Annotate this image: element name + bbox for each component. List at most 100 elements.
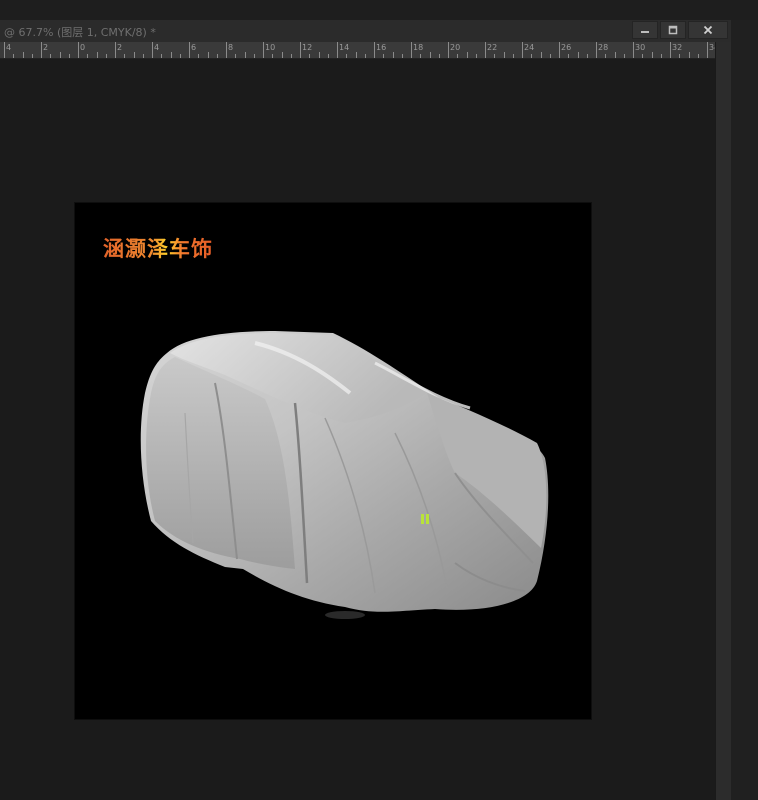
ruler-tick	[383, 54, 384, 58]
ruler-tick	[106, 54, 107, 58]
ruler-tick	[402, 54, 403, 58]
canvas-area[interactable]: 涵灏泽车饰	[0, 59, 715, 800]
ruler-label: 0	[80, 43, 86, 52]
document-tab[interactable]: @ 67.7% (图层 1, CMYK/8) *	[0, 20, 730, 43]
ruler-tick	[439, 54, 440, 58]
ruler-tick	[282, 52, 283, 58]
ruler-tick	[467, 52, 468, 58]
ruler-tick	[171, 52, 172, 58]
horizontal-ruler[interactable]: 420246810121416182022242628303234	[0, 42, 715, 59]
ruler-tick	[698, 54, 699, 58]
ruler-tick	[13, 54, 14, 58]
ruler-tick	[531, 54, 532, 58]
ruler-tick	[559, 42, 560, 58]
ruler-tick	[596, 42, 597, 58]
ruler-label: 26	[561, 43, 572, 52]
ruler-tick	[420, 54, 421, 58]
ruler-tick	[652, 52, 653, 58]
ruler-label: 16	[376, 43, 387, 52]
ruler-tick	[226, 42, 227, 58]
car-cover-image	[140, 331, 549, 619]
ruler-label: 20	[450, 43, 461, 52]
ruler-tick	[661, 54, 662, 58]
panel-edge	[730, 20, 758, 800]
document-window: @ 67.7% (图层 1, CMYK/8) * 4 2 0 2 4 6 8 1…	[0, 20, 731, 800]
vertical-scrollbar[interactable]	[715, 42, 731, 800]
window-controls	[632, 21, 728, 39]
ruler-tick	[494, 54, 495, 58]
ruler-tick	[642, 54, 643, 58]
ruler-tick	[513, 54, 514, 58]
ruler-tick	[448, 42, 449, 58]
ruler-tick	[254, 54, 255, 58]
ruler-tick	[679, 54, 680, 58]
ruler-tick	[300, 42, 301, 58]
document-title: @ 67.7% (图层 1, CMYK/8) *	[4, 26, 156, 39]
ruler-tick	[161, 54, 162, 58]
ruler-tick	[624, 54, 625, 58]
ruler-tick	[346, 54, 347, 58]
ruler-tick	[328, 54, 329, 58]
ruler-tick	[23, 52, 24, 58]
ruler-tick	[217, 54, 218, 58]
ruler-label: 24	[524, 43, 535, 52]
ruler-tick	[568, 54, 569, 58]
ruler-tick	[115, 42, 116, 58]
ruler-tick	[337, 42, 338, 58]
ruler-tick	[615, 52, 616, 58]
maximize-button[interactable]	[660, 21, 686, 39]
ruler-label: 14	[339, 43, 350, 52]
ruler-tick	[430, 52, 431, 58]
close-button[interactable]	[688, 21, 728, 39]
ruler-tick	[87, 54, 88, 58]
close-icon	[703, 25, 713, 35]
ruler-tick	[124, 54, 125, 58]
photoshop-workspace: @ 67.7% (图层 1, CMYK/8) * 4 2 0 2 4 6 8 1…	[0, 0, 758, 800]
ruler-tick	[485, 42, 486, 58]
ruler-tick	[263, 42, 264, 58]
ruler-label: 8	[228, 43, 234, 52]
ruler-tick	[245, 52, 246, 58]
ruler-tick	[578, 52, 579, 58]
ruler-tick	[356, 52, 357, 58]
ruler-tick	[208, 52, 209, 58]
ruler-label: 10	[265, 43, 276, 52]
ruler-tick	[143, 54, 144, 58]
ruler-label: 32	[672, 43, 683, 52]
ruler-tick	[587, 54, 588, 58]
ruler-tick	[134, 52, 135, 58]
ruler-tick	[272, 54, 273, 58]
brand-watermark: 涵灏泽车饰	[103, 233, 213, 263]
minimize-button[interactable]	[632, 21, 658, 39]
ruler-tick	[393, 52, 394, 58]
ruler-tick	[198, 54, 199, 58]
ruler-tick	[309, 54, 310, 58]
ruler-tick	[550, 54, 551, 58]
ruler-tick	[41, 42, 42, 58]
maximize-icon	[668, 25, 678, 35]
ruler-tick	[319, 52, 320, 58]
ruler-tick	[180, 54, 181, 58]
ruler-label: 4	[154, 43, 160, 52]
ruler-tick	[152, 42, 153, 58]
ruler-label: 30	[635, 43, 646, 52]
ruler-tick	[504, 52, 505, 58]
ruler-tick	[411, 42, 412, 58]
ruler-tick	[633, 42, 634, 58]
ruler-tick	[78, 42, 79, 58]
ruler-tick	[291, 54, 292, 58]
ruler-label: 12	[302, 43, 313, 52]
ruler-tick	[605, 54, 606, 58]
ruler-tick	[4, 42, 5, 58]
ruler-label: 4	[6, 43, 12, 52]
ruler-tick	[541, 52, 542, 58]
ruler-tick	[457, 54, 458, 58]
ruler-label: 22	[487, 43, 498, 52]
ruler-tick	[374, 42, 375, 58]
ruler-tick	[707, 42, 708, 58]
artwork-canvas[interactable]: 涵灏泽车饰	[75, 203, 591, 719]
minimize-icon	[641, 31, 649, 33]
ruler-tick	[670, 42, 671, 58]
ruler-tick	[50, 54, 51, 58]
ruler-tick	[189, 42, 190, 58]
